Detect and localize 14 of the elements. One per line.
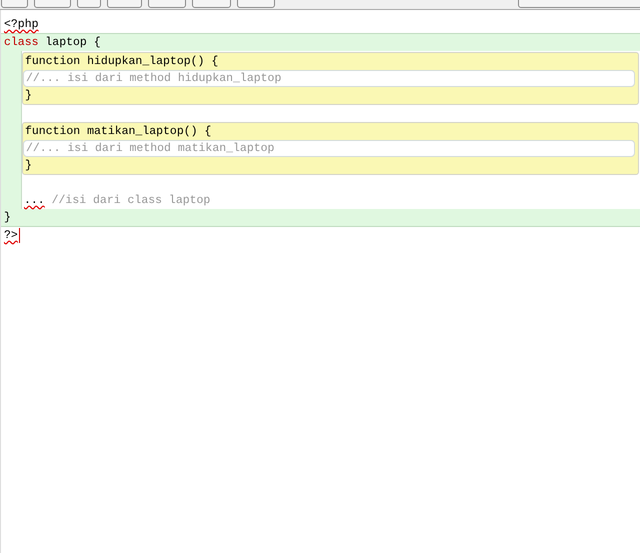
text-cursor: [18, 228, 20, 243]
code-text: ...: [24, 193, 45, 209]
code-comment: //isi dari class laptop: [52, 193, 210, 209]
class-header: laptop {: [45, 35, 101, 51]
closing-brace: }: [4, 210, 11, 226]
method-header: function hidupkan_laptop() {: [25, 54, 218, 70]
php-close-tag: ?>: [4, 227, 18, 244]
closing-brace: }: [25, 88, 32, 104]
code-comment: //... isi dari method matikan_laptop: [26, 141, 274, 157]
method-header: function matikan_laptop() {: [25, 124, 212, 140]
php-open-tag: <?php: [4, 16, 39, 33]
class-keyword: class: [4, 35, 39, 51]
code-comment: //... isi dari method hidupkan_laptop: [26, 71, 282, 87]
closing-brace: }: [25, 158, 32, 174]
